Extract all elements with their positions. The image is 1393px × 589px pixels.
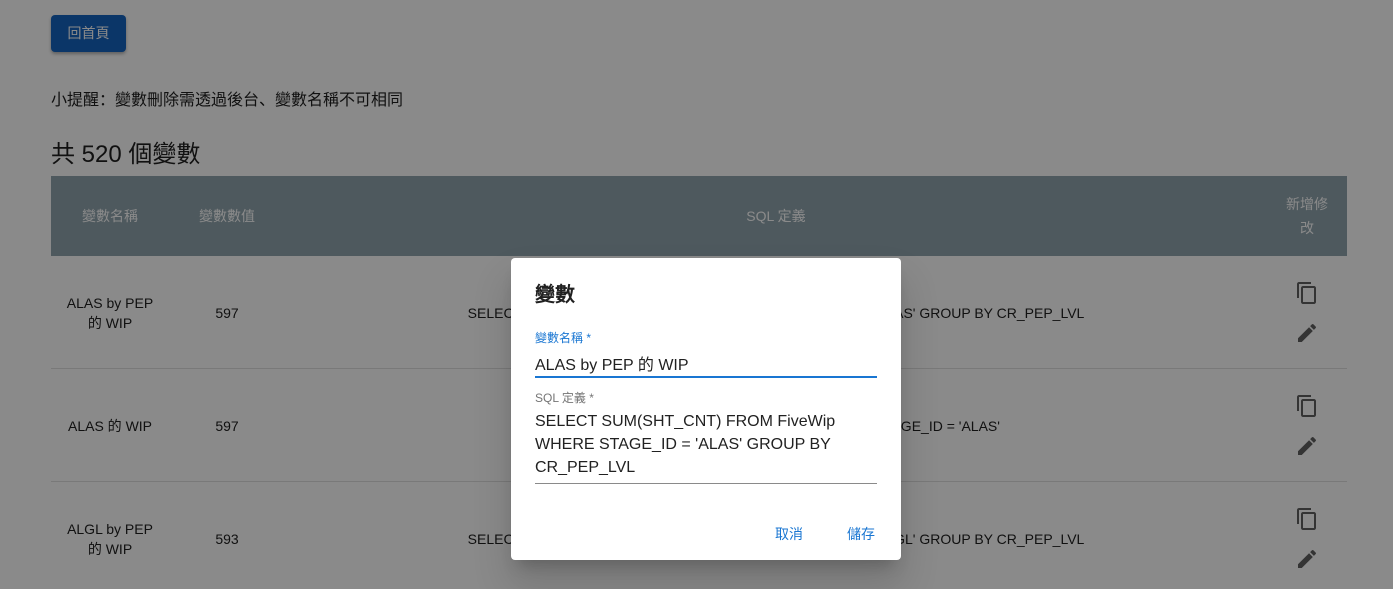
variable-name-input[interactable] bbox=[535, 350, 877, 378]
sql-field-label: SQL 定義 * bbox=[535, 391, 594, 405]
save-button[interactable]: 儲存 bbox=[847, 524, 875, 544]
variable-dialog: 變數 變數名稱 * SQL 定義 * SELECT SUM(SHT_CNT) F… bbox=[511, 258, 901, 560]
sql-definition-textarea[interactable]: SELECT SUM(SHT_CNT) FROM FiveWip WHERE S… bbox=[535, 410, 877, 484]
cancel-button[interactable]: 取消 bbox=[775, 524, 803, 544]
dialog-title: 變數 bbox=[535, 284, 575, 306]
name-field-label: 變數名稱 * bbox=[535, 331, 592, 345]
